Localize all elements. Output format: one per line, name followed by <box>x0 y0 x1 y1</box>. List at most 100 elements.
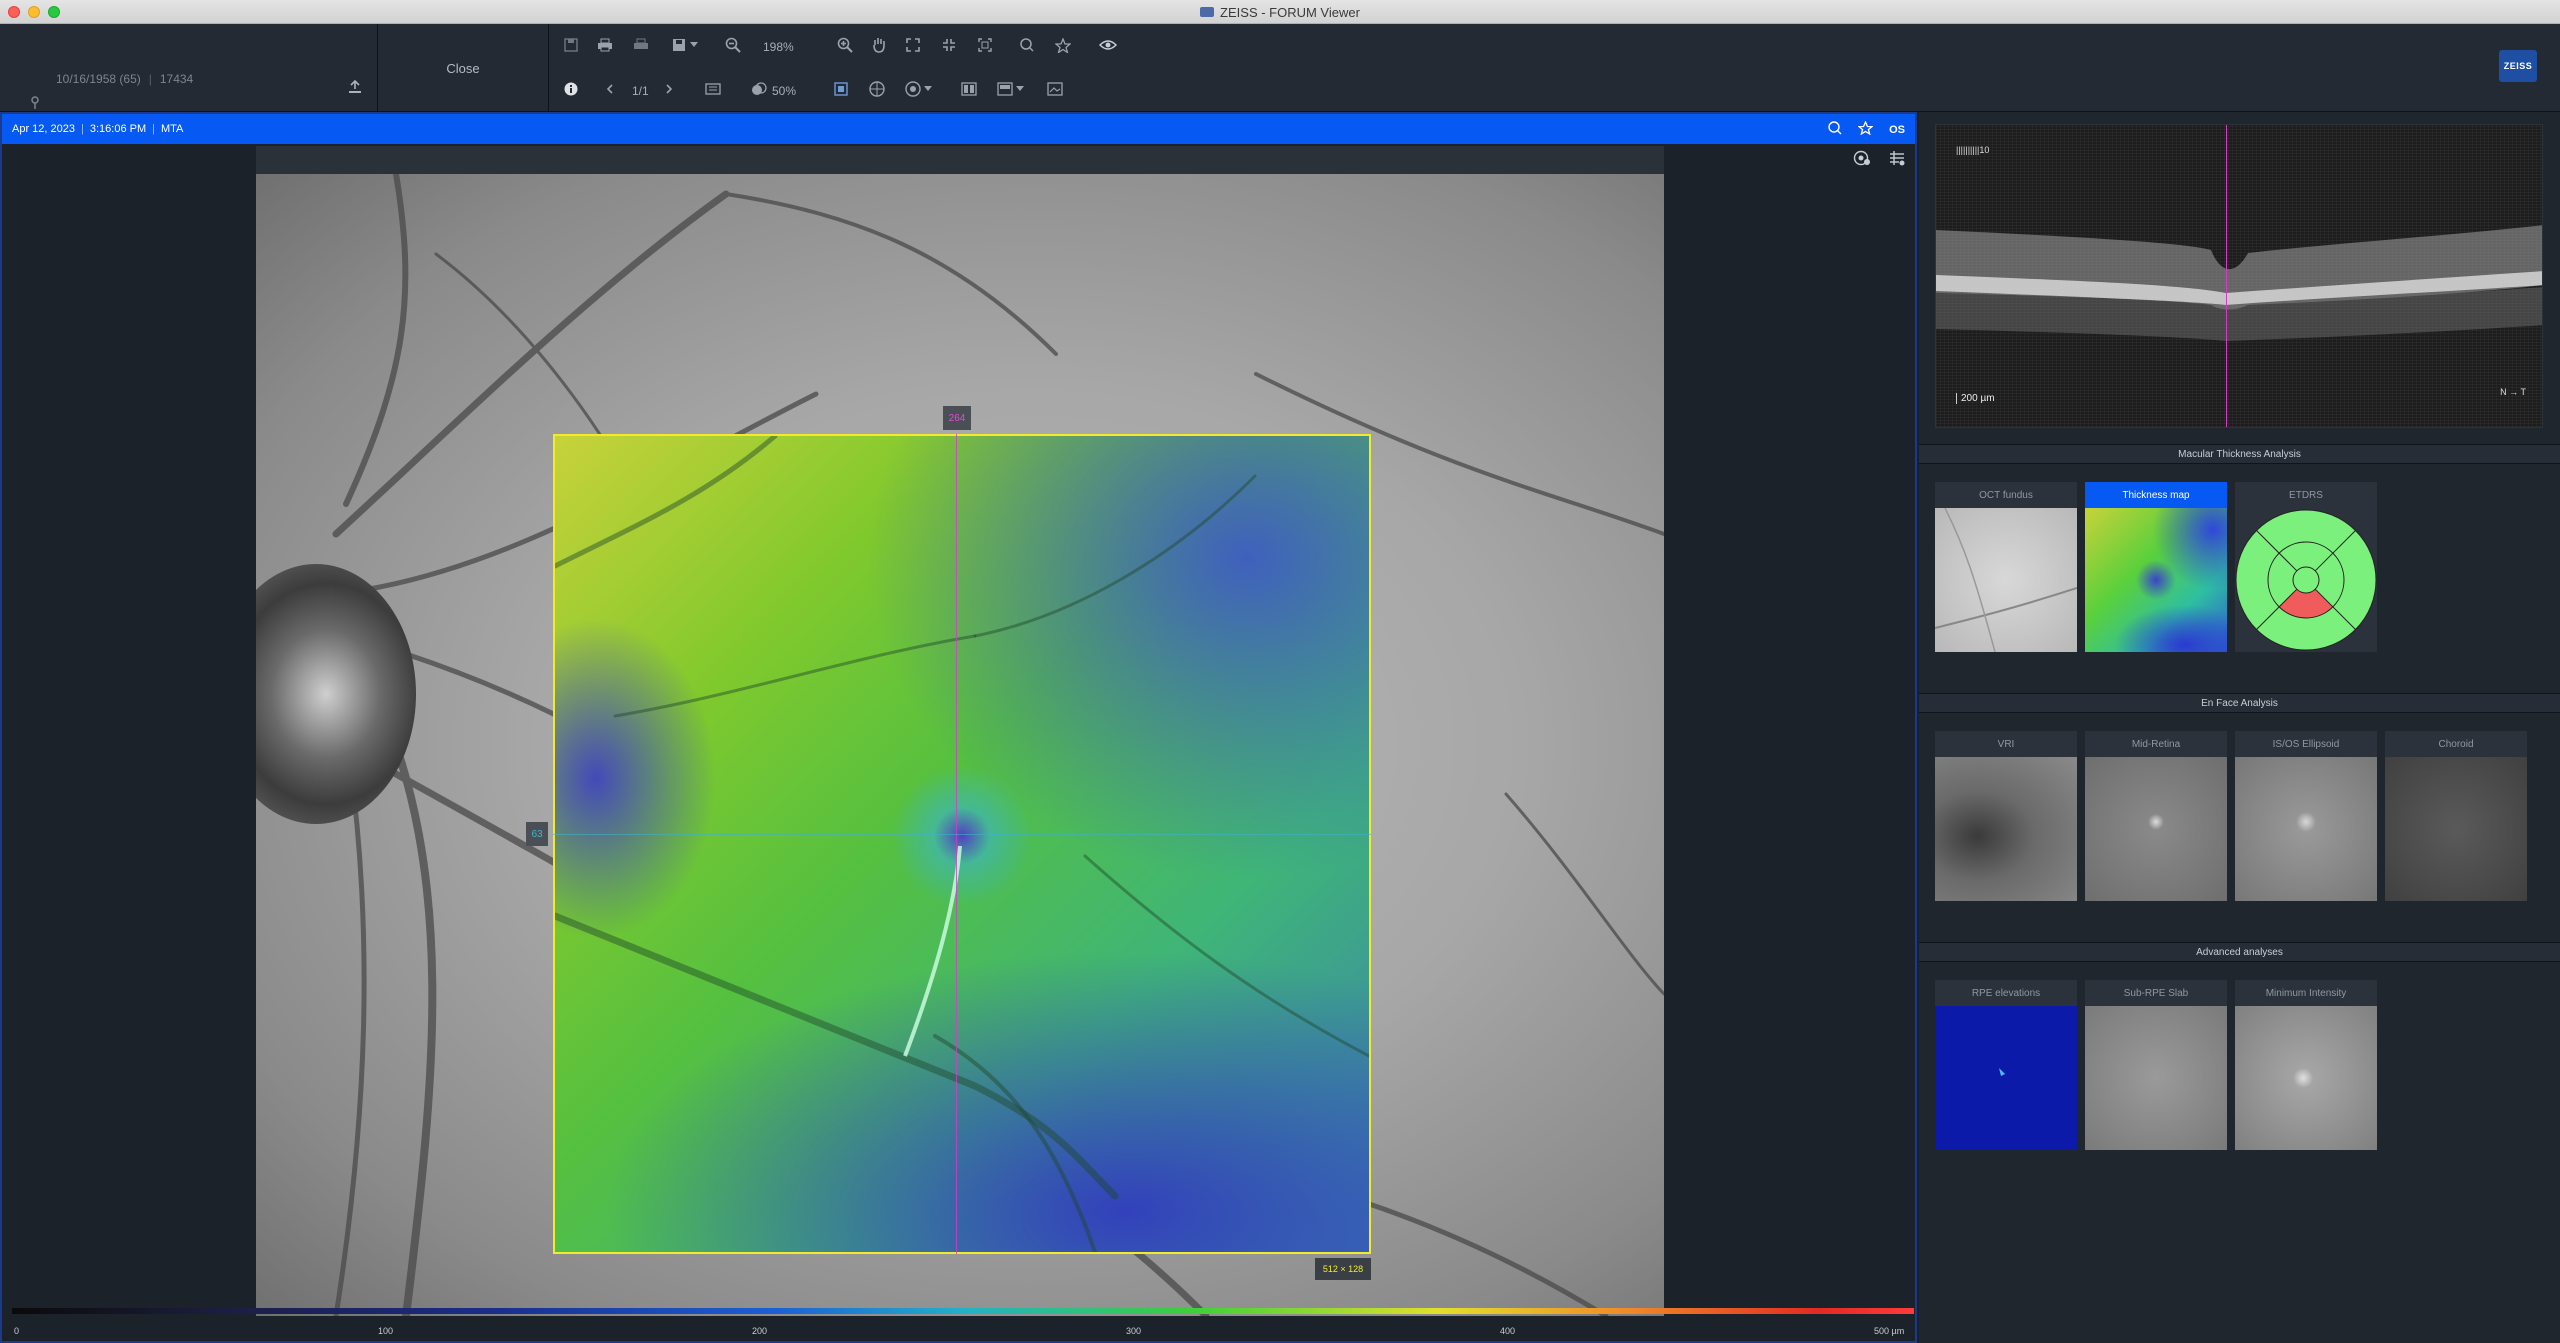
image-export-icon[interactable] <box>1044 78 1066 100</box>
patient-info: 10/16/1958 (65) | 17434 <box>56 72 193 86</box>
minimum-intensity-thumbnail <box>2235 1006 2377 1150</box>
zoom-in-icon[interactable] <box>834 34 856 56</box>
forum-viewer-app: ZEISS - FORUM Viewer 10/16/1958 (65) | 1… <box>0 0 2560 1343</box>
tile-sub-rpe-slab[interactable]: Sub-RPE Slab <box>2085 980 2227 1150</box>
scale-label: 0 <box>14 1326 20 1336</box>
tile-label: IS/OS Ellipsoid <box>2272 738 2340 750</box>
bscan-scale-bar: 200 µm <box>1956 393 1995 404</box>
save-as-icon[interactable] <box>668 34 690 56</box>
vertical-crosshair[interactable] <box>956 434 957 1254</box>
analysis-panel: ||||||||||10 200 µm N → T Macular Thickn… <box>1919 112 2560 1343</box>
scale-label: 400 <box>1500 1326 1516 1336</box>
comment-icon[interactable] <box>1828 121 1842 138</box>
oct-bscan[interactable]: ||||||||||10 200 µm N → T <box>1935 124 2543 428</box>
thickness-color-scale <box>12 1308 1914 1314</box>
exam-info-bar: Apr 12, 2023 | 3:16:06 PM | MTA OS <box>2 114 1915 144</box>
tile-vri[interactable]: VRI <box>1935 731 2077 901</box>
opacity-level[interactable]: 50% <box>772 84 796 98</box>
advanced-section-header: Advanced analyses <box>1919 942 2560 962</box>
macular-section-header: Macular Thickness Analysis <box>1919 444 2560 464</box>
close-button[interactable]: Close <box>378 24 548 112</box>
info-bar-actions: OS <box>1828 120 1905 138</box>
overlay-toggle-icon[interactable] <box>1853 150 1871 171</box>
bscan-index: 10 <box>1979 145 1990 155</box>
grid-settings-icon[interactable] <box>1889 150 1905 171</box>
enface-section-header: En Face Analysis <box>1919 693 2560 713</box>
chevron-down-icon[interactable] <box>688 34 700 56</box>
tile-label: VRI <box>1997 738 2015 750</box>
selection-icon[interactable] <box>830 78 852 100</box>
eye-laterality: OS <box>1889 123 1905 136</box>
eye-icon[interactable] <box>1097 34 1119 56</box>
choroid-thumbnail <box>2385 757 2527 901</box>
tile-etdrs[interactable]: ETDRS <box>2235 482 2377 652</box>
pan-hand-icon[interactable] <box>868 34 890 56</box>
overlay-opacity-icon[interactable] <box>748 78 770 100</box>
collapse-icon[interactable] <box>938 34 960 56</box>
zoom-level[interactable]: 198% <box>763 40 794 54</box>
separator: | <box>152 123 155 135</box>
scan-size-badge: 512 × 128 <box>1315 1258 1371 1280</box>
star-icon[interactable] <box>1052 34 1074 56</box>
overlay-vessels <box>555 436 1369 1252</box>
patient-id: 17434 <box>159 72 194 86</box>
tile-is-os-ellipsoid[interactable]: IS/OS Ellipsoid <box>2235 731 2377 901</box>
compare-icon[interactable] <box>958 78 980 100</box>
export-icon[interactable] <box>348 79 362 99</box>
image-top-strip <box>256 146 1664 174</box>
print-icon[interactable] <box>594 34 616 56</box>
next-page-icon[interactable] <box>662 78 676 100</box>
scale-label: 300 <box>1126 1326 1142 1336</box>
image-layout-icon[interactable] <box>994 78 1016 100</box>
scale-labels: 0 100 200 300 400 500 µm <box>12 1326 1914 1340</box>
separator: | <box>81 123 84 135</box>
print-preview-icon[interactable] <box>630 34 652 56</box>
mid-retina-thumbnail <box>2085 757 2227 901</box>
exam-time: 3:16:06 PM <box>89 123 147 135</box>
bscan-index-label: ||||||||||10 <box>1956 145 1990 155</box>
tile-rpe-elevations[interactable]: RPE elevations <box>1935 980 2077 1150</box>
star-icon[interactable] <box>1857 120 1874 138</box>
tile-oct-fundus[interactable]: OCT fundus <box>1934 482 2078 653</box>
temporal-label: T <box>2520 387 2527 397</box>
zeiss-logo: ZEISS <box>2499 50 2537 82</box>
target-icon[interactable] <box>902 78 924 100</box>
layout-icon[interactable] <box>702 78 724 100</box>
fit-screen-icon[interactable] <box>902 34 924 56</box>
tile-thickness-map[interactable]: Thickness map <box>2085 482 2227 652</box>
actual-size-icon[interactable] <box>974 34 996 56</box>
exam-date: Apr 12, 2023 <box>12 123 75 135</box>
etdrs-thumbnail <box>2235 508 2377 652</box>
info-icon[interactable] <box>560 78 582 100</box>
previous-page-icon[interactable] <box>603 78 617 100</box>
oct-fundus-thumbnail <box>1934 507 2078 653</box>
horizontal-crosshair[interactable] <box>553 834 1371 835</box>
tile-label: ETDRS <box>2289 489 2323 501</box>
thickness-map-thumbnail <box>2085 508 2227 652</box>
grid-target-icon[interactable] <box>866 78 888 100</box>
tile-minimum-intensity[interactable]: Minimum Intensity <box>2235 980 2377 1150</box>
retina-layers <box>1936 225 2542 341</box>
title-wrapper: ZEISS - FORUM Viewer <box>0 0 2560 24</box>
tile-choroid[interactable]: Choroid <box>2385 731 2527 901</box>
chevron-down-icon[interactable] <box>922 78 934 100</box>
sub-rpe-slab-thumbnail <box>2085 1006 2227 1150</box>
bscan-position-line[interactable] <box>2226 125 2227 427</box>
thickness-map-overlay[interactable] <box>553 434 1371 1254</box>
zoom-out-icon[interactable] <box>722 34 744 56</box>
nasal-label: N <box>2500 387 2507 397</box>
tile-label: Mid-Retina <box>2131 738 2181 750</box>
horizontal-position-marker[interactable]: 63 <box>526 822 548 846</box>
scale-label: 100 <box>378 1326 394 1336</box>
app-icon <box>1200 7 1215 17</box>
save-icon[interactable] <box>560 34 582 56</box>
page-indicator: 1/1 <box>632 84 649 98</box>
bscan-orientation: N → T <box>2500 387 2526 397</box>
view-tools <box>1853 150 1905 171</box>
chevron-down-icon[interactable] <box>1014 78 1026 100</box>
tile-mid-retina[interactable]: Mid-Retina <box>2085 731 2227 901</box>
tile-label: OCT fundus <box>1979 489 2033 501</box>
vertical-position-marker[interactable]: 264 <box>943 406 971 430</box>
comment-icon[interactable] <box>1016 34 1038 56</box>
is-os-ellipsoid-thumbnail <box>2235 757 2377 901</box>
